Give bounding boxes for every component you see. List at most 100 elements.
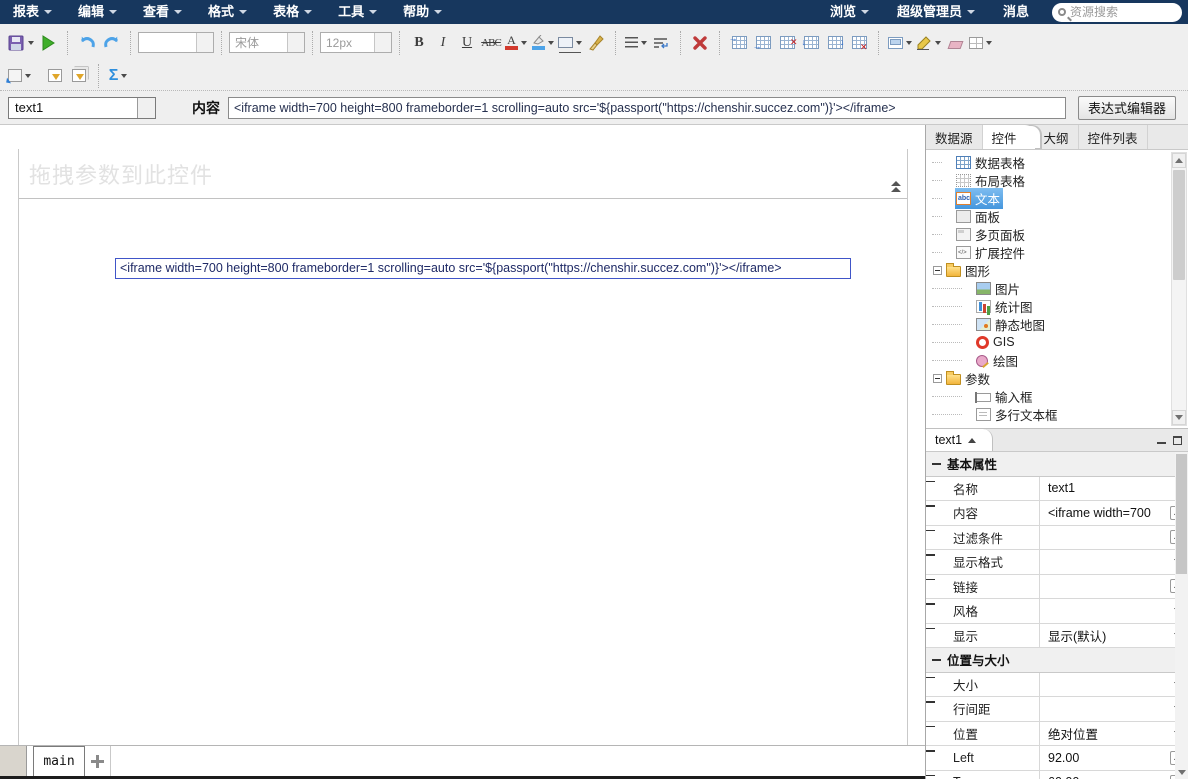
section-collapse-icon[interactable] xyxy=(926,575,935,584)
tree-item[interactable]: 数据表格 xyxy=(932,153,1188,171)
underline-button[interactable]: U xyxy=(455,31,479,55)
scroll-down-button[interactable] xyxy=(1175,766,1188,779)
property-value[interactable]: <iframe width=700 xyxy=(1040,501,1168,525)
menu-item[interactable]: 编辑 xyxy=(65,0,130,24)
property-row[interactable]: 显示 显示(默认) … xyxy=(926,624,1188,649)
property-row[interactable]: Left 92.00 … xyxy=(926,746,1188,771)
tree-item[interactable]: 绘图 xyxy=(932,351,1188,369)
run-button[interactable] xyxy=(36,31,60,55)
parameter-dropzone[interactable]: 拖拽参数到此控件 xyxy=(19,149,907,199)
messages-menu[interactable]: 消息 xyxy=(990,0,1042,24)
panel-tab[interactable]: 控件 xyxy=(983,125,1035,149)
property-value[interactable] xyxy=(1040,673,1168,697)
merge-cells-button[interactable] xyxy=(886,31,914,55)
erase-border-button[interactable] xyxy=(943,31,967,55)
property-value[interactable]: 92.00 xyxy=(1040,746,1168,770)
dropdown-button[interactable] xyxy=(374,33,391,52)
section-collapse-icon[interactable] xyxy=(926,746,935,755)
property-value[interactable] xyxy=(1040,550,1168,574)
menu-item[interactable]: 报表 xyxy=(0,0,65,24)
tree-item[interactable]: GIS xyxy=(932,333,1188,351)
italic-button[interactable]: I xyxy=(431,31,455,55)
user-menu[interactable]: 超级管理员 xyxy=(884,0,988,24)
property-value[interactable]: 显示(默认) xyxy=(1040,624,1168,648)
content-input[interactable] xyxy=(228,97,1066,119)
section-collapse-icon[interactable] xyxy=(926,697,935,706)
section-collapse-icon[interactable] xyxy=(926,550,935,559)
collapse-param-button[interactable] xyxy=(889,178,903,194)
section-collapse-icon[interactable] xyxy=(926,599,935,608)
menu-item[interactable]: 表格 xyxy=(260,0,325,24)
tree-item[interactable]: 布局表格 xyxy=(932,171,1188,189)
tree-item[interactable]: 图片 xyxy=(932,279,1188,297)
summary-button[interactable]: Σ xyxy=(106,64,130,88)
panel-tab[interactable]: 控件列表 xyxy=(1079,125,1148,149)
tree-item[interactable]: 参数 xyxy=(932,369,1188,387)
align-button[interactable] xyxy=(623,31,649,55)
split-cells-button[interactable] xyxy=(967,31,994,55)
delete-column-button[interactable]: ✕ xyxy=(847,31,871,55)
menu-item[interactable]: 格式 xyxy=(195,0,260,24)
filter-button[interactable] xyxy=(43,64,67,88)
strikethrough-button[interactable]: ABC xyxy=(479,31,503,55)
search-input[interactable] xyxy=(1070,5,1170,19)
section-collapse-icon[interactable] xyxy=(932,459,941,468)
undo-button[interactable] xyxy=(75,31,99,55)
tree-item[interactable]: 静态地图 xyxy=(932,315,1188,333)
property-row[interactable]: 基本属性 … xyxy=(926,452,1188,477)
tree-scrollbar[interactable] xyxy=(1171,152,1187,426)
dropdown-button[interactable] xyxy=(137,98,155,118)
font-family-combobox[interactable]: 宋体 xyxy=(229,32,305,53)
property-row[interactable]: 名称 text1 … xyxy=(926,477,1188,502)
wrap-button[interactable] xyxy=(649,31,673,55)
property-value[interactable] xyxy=(1040,599,1168,623)
dropdown-button[interactable] xyxy=(287,33,304,52)
section-collapse-icon[interactable] xyxy=(926,722,935,731)
property-row[interactable]: 位置 绝对位置 … xyxy=(926,722,1188,747)
property-row[interactable]: 大小 … xyxy=(926,673,1188,698)
bold-button[interactable]: B xyxy=(407,31,431,55)
border-button[interactable] xyxy=(556,31,584,55)
dropdown-button[interactable] xyxy=(196,33,213,52)
tree-item[interactable]: 多页面板 xyxy=(932,225,1188,243)
section-collapse-icon[interactable] xyxy=(926,771,935,779)
insert-control-button[interactable] xyxy=(6,64,33,88)
draw-border-button[interactable] xyxy=(914,31,943,55)
redo-button[interactable] xyxy=(99,31,123,55)
add-sheet-button[interactable] xyxy=(85,746,111,776)
property-row[interactable]: 行间距 … xyxy=(926,697,1188,722)
scroll-down-button[interactable] xyxy=(1172,410,1186,425)
delete-row-button[interactable]: ✕ xyxy=(775,31,799,55)
tree-item[interactable]: 面板 xyxy=(932,207,1188,225)
tree-item[interactable]: 扩展控件 xyxy=(932,243,1188,261)
section-collapse-icon[interactable] xyxy=(932,655,941,664)
scroll-thumb[interactable] xyxy=(1173,170,1185,280)
section-collapse-icon[interactable] xyxy=(926,477,935,486)
property-value[interactable]: 绝对位置 xyxy=(1040,722,1168,746)
property-row[interactable]: 显示格式 … xyxy=(926,550,1188,575)
expression-editor-button[interactable]: 表达式编辑器 xyxy=(1078,96,1176,120)
property-value[interactable]: 60.00 xyxy=(1040,771,1168,779)
menu-item[interactable]: 工具 xyxy=(325,0,390,24)
control-selector-combobox[interactable]: text1 xyxy=(8,97,156,119)
tree-expander-icon[interactable] xyxy=(933,374,942,383)
insert-column-right-button[interactable]: ↓ xyxy=(823,31,847,55)
insert-row-below-button[interactable]: → xyxy=(751,31,775,55)
panel-tab[interactable]: 数据源 xyxy=(926,125,983,149)
maximize-icon[interactable] xyxy=(1173,436,1182,445)
scroll-thumb[interactable] xyxy=(1176,454,1187,574)
tree-item[interactable]: 统计图 xyxy=(932,297,1188,315)
property-row[interactable]: Top 60.00 … xyxy=(926,771,1188,779)
fill-color-button[interactable] xyxy=(529,31,556,55)
section-collapse-icon[interactable] xyxy=(926,673,935,682)
menu-item[interactable]: 查看 xyxy=(130,0,195,24)
property-row[interactable]: 过滤条件 … xyxy=(926,526,1188,551)
text-control-selected[interactable]: <iframe width=700 height=800 frameborder… xyxy=(115,258,851,279)
sheet-tab-main[interactable]: main xyxy=(33,746,85,776)
properties-control-tab[interactable]: text1 xyxy=(926,429,993,451)
delete-button[interactable] xyxy=(688,31,712,55)
section-collapse-icon[interactable] xyxy=(926,501,935,510)
style-combobox[interactable] xyxy=(138,32,214,53)
section-collapse-icon[interactable] xyxy=(926,526,935,535)
menu-item[interactable]: 帮助 xyxy=(390,0,455,24)
